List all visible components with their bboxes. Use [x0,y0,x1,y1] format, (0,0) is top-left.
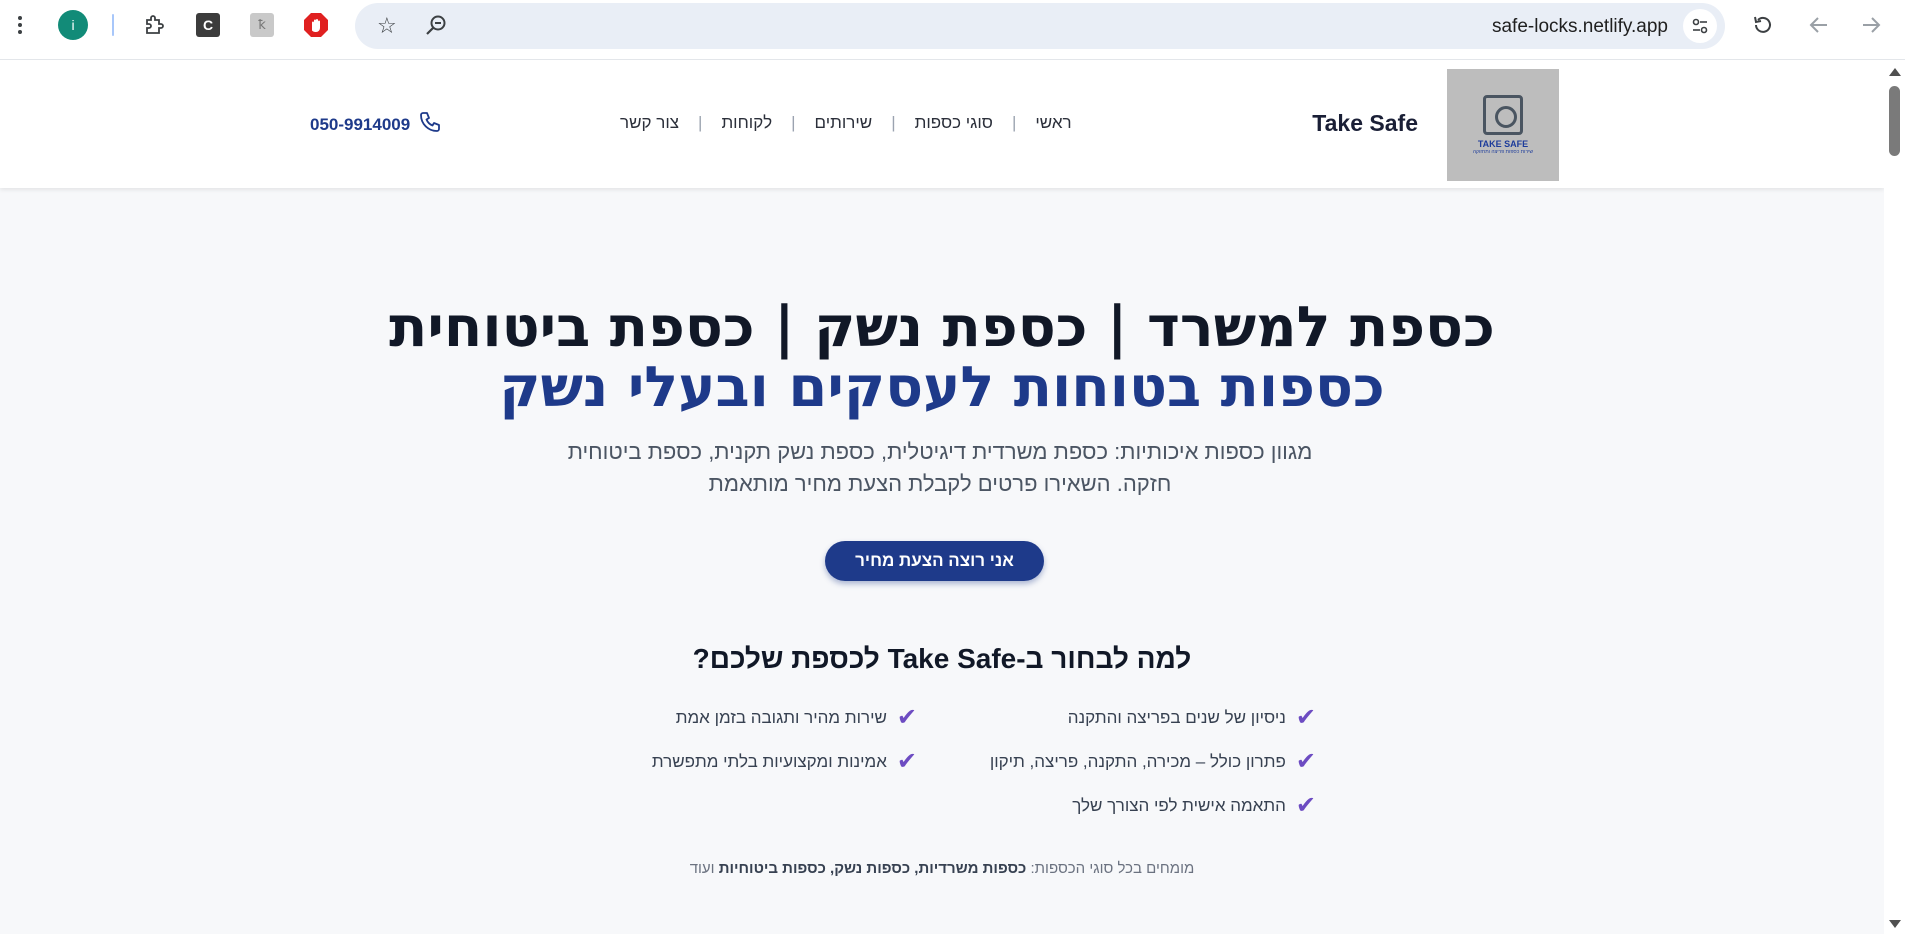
check-icon: ✔ [896,748,917,775]
profile-avatar[interactable]: i [58,10,88,40]
feature-text: אמינות ומקצועיות בלתי מתפשרת [651,752,887,771]
browser-menu-icon[interactable] [10,12,30,38]
expertise-suffix: ועוד [689,860,719,877]
feature-text: ניסיון של שנים בפריצה והתקנה [1067,708,1286,727]
phone-number[interactable]: 050-9914009 [310,115,410,135]
check-icon: ✔ [1295,704,1316,731]
nav-separator: | [791,113,796,132]
hero-lead-text: מגוון כספות איכותיות: כספת משרדית דיגיטל… [567,439,1313,496]
nav-safe-types[interactable]: סוגי כספות [915,113,993,133]
expertise-types: כספות משרדיות, כספות נשק, כספות ביטוחיות [718,860,1027,877]
expertise-prefix: מומחים בכל סוגי הכספות: [1026,860,1195,877]
nav-home[interactable]: ראשי [1035,113,1071,133]
brand-name[interactable]: Take Safe [1312,110,1418,137]
back-arrow-icon[interactable] [1806,12,1832,38]
feature-item: ✔ שירות מהיר ותגובה בזמן אמת [676,706,917,730]
browser-toolbar: i C ꝁ ☆ safe-locks.netlify.app [0,0,1905,60]
scroll-down-arrow-icon[interactable] [1889,920,1901,928]
feature-item: ✔ אמינות ומקצועיות בלתי מתפשרת [652,750,917,774]
page-scrollbar[interactable] [1884,60,1905,934]
nav-separator: | [891,113,896,132]
hero-section: כספת למשרד | כספת נשק | כספת ביטוחית כספ… [0,188,1884,934]
extension-h-icon[interactable]: ꝁ [250,13,274,37]
feature-item: ✔ פתרון כולל – מכירה, התקנה, פריצה, תיקו… [990,750,1316,774]
hero-title-line1: כספת למשרד | כספת נשק | כספת ביטוחית [389,295,1495,360]
check-icon: ✔ [1295,792,1316,819]
forward-arrow-icon[interactable] [1858,12,1884,38]
phone-link[interactable]: 050-9914009 [310,110,442,139]
nav-services[interactable]: שירותים [815,113,873,133]
check-icon: ✔ [896,704,917,731]
scroll-thumb[interactable] [1889,86,1900,156]
check-icon: ✔ [1295,748,1316,775]
feature-text: שירות מהיר ותגובה בזמן אמת [675,708,887,727]
phone-icon [418,110,442,139]
expertise-note: מומחים בכל סוגי הכספות: כספות משרדיות, כ… [0,860,1884,877]
site-settings-icon[interactable] [1683,9,1717,43]
logo-subtext: שירות כספות פריצה ותחזוקה [1472,149,1534,155]
toolbar-divider [112,14,114,36]
nav-separator: | [1011,113,1017,132]
main-nav: ראשי | סוגי כספות | שירותים | לקוחות | צ… [620,113,1072,133]
zoom-icon[interactable] [425,14,447,41]
quote-request-button[interactable]: אני רוצה הצעת מחיר [825,541,1044,581]
extensions-puzzle-icon[interactable] [141,12,169,38]
reload-icon[interactable] [1750,12,1776,38]
bookmark-star-icon[interactable]: ☆ [377,13,397,39]
address-bar[interactable]: ☆ safe-locks.netlify.app [355,3,1725,49]
nav-clients[interactable]: לקוחות [721,113,772,133]
feature-text: התאמה אישית לפי הצורך שלך [1072,796,1286,815]
web-page: TAKE SAFE שירות כספות פריצה ותחזוקה Take… [0,60,1884,934]
logo-text: TAKE SAFE [1477,139,1529,149]
extension-c-icon[interactable]: C [196,13,220,37]
site-logo[interactable]: TAKE SAFE שירות כספות פריצה ותחזוקה [1447,69,1559,181]
why-us-title: למה לבחור ב-Take Safe לכספת שלכם? [692,643,1192,674]
scroll-up-arrow-icon[interactable] [1889,68,1901,76]
url-text: safe-locks.netlify.app [1491,16,1668,37]
nav-separator: | [698,113,703,132]
adblock-stop-icon[interactable] [303,12,329,38]
nav-contact[interactable]: צור קשר [620,113,679,133]
site-header: TAKE SAFE שירות כספות פריצה ותחזוקה Take… [0,60,1884,188]
hero-title-line2: כספות בטוחות לעסקים ובעלי נשק [499,355,1385,420]
feature-item: ✔ ניסיון של שנים בפריצה והתקנה [1068,706,1316,730]
feature-item: ✔ התאמה אישית לפי הצורך שלך [1072,794,1316,818]
feature-text: פתרון כולל – מכירה, התקנה, פריצה, תיקון [989,752,1286,771]
safe-icon [1483,95,1523,135]
